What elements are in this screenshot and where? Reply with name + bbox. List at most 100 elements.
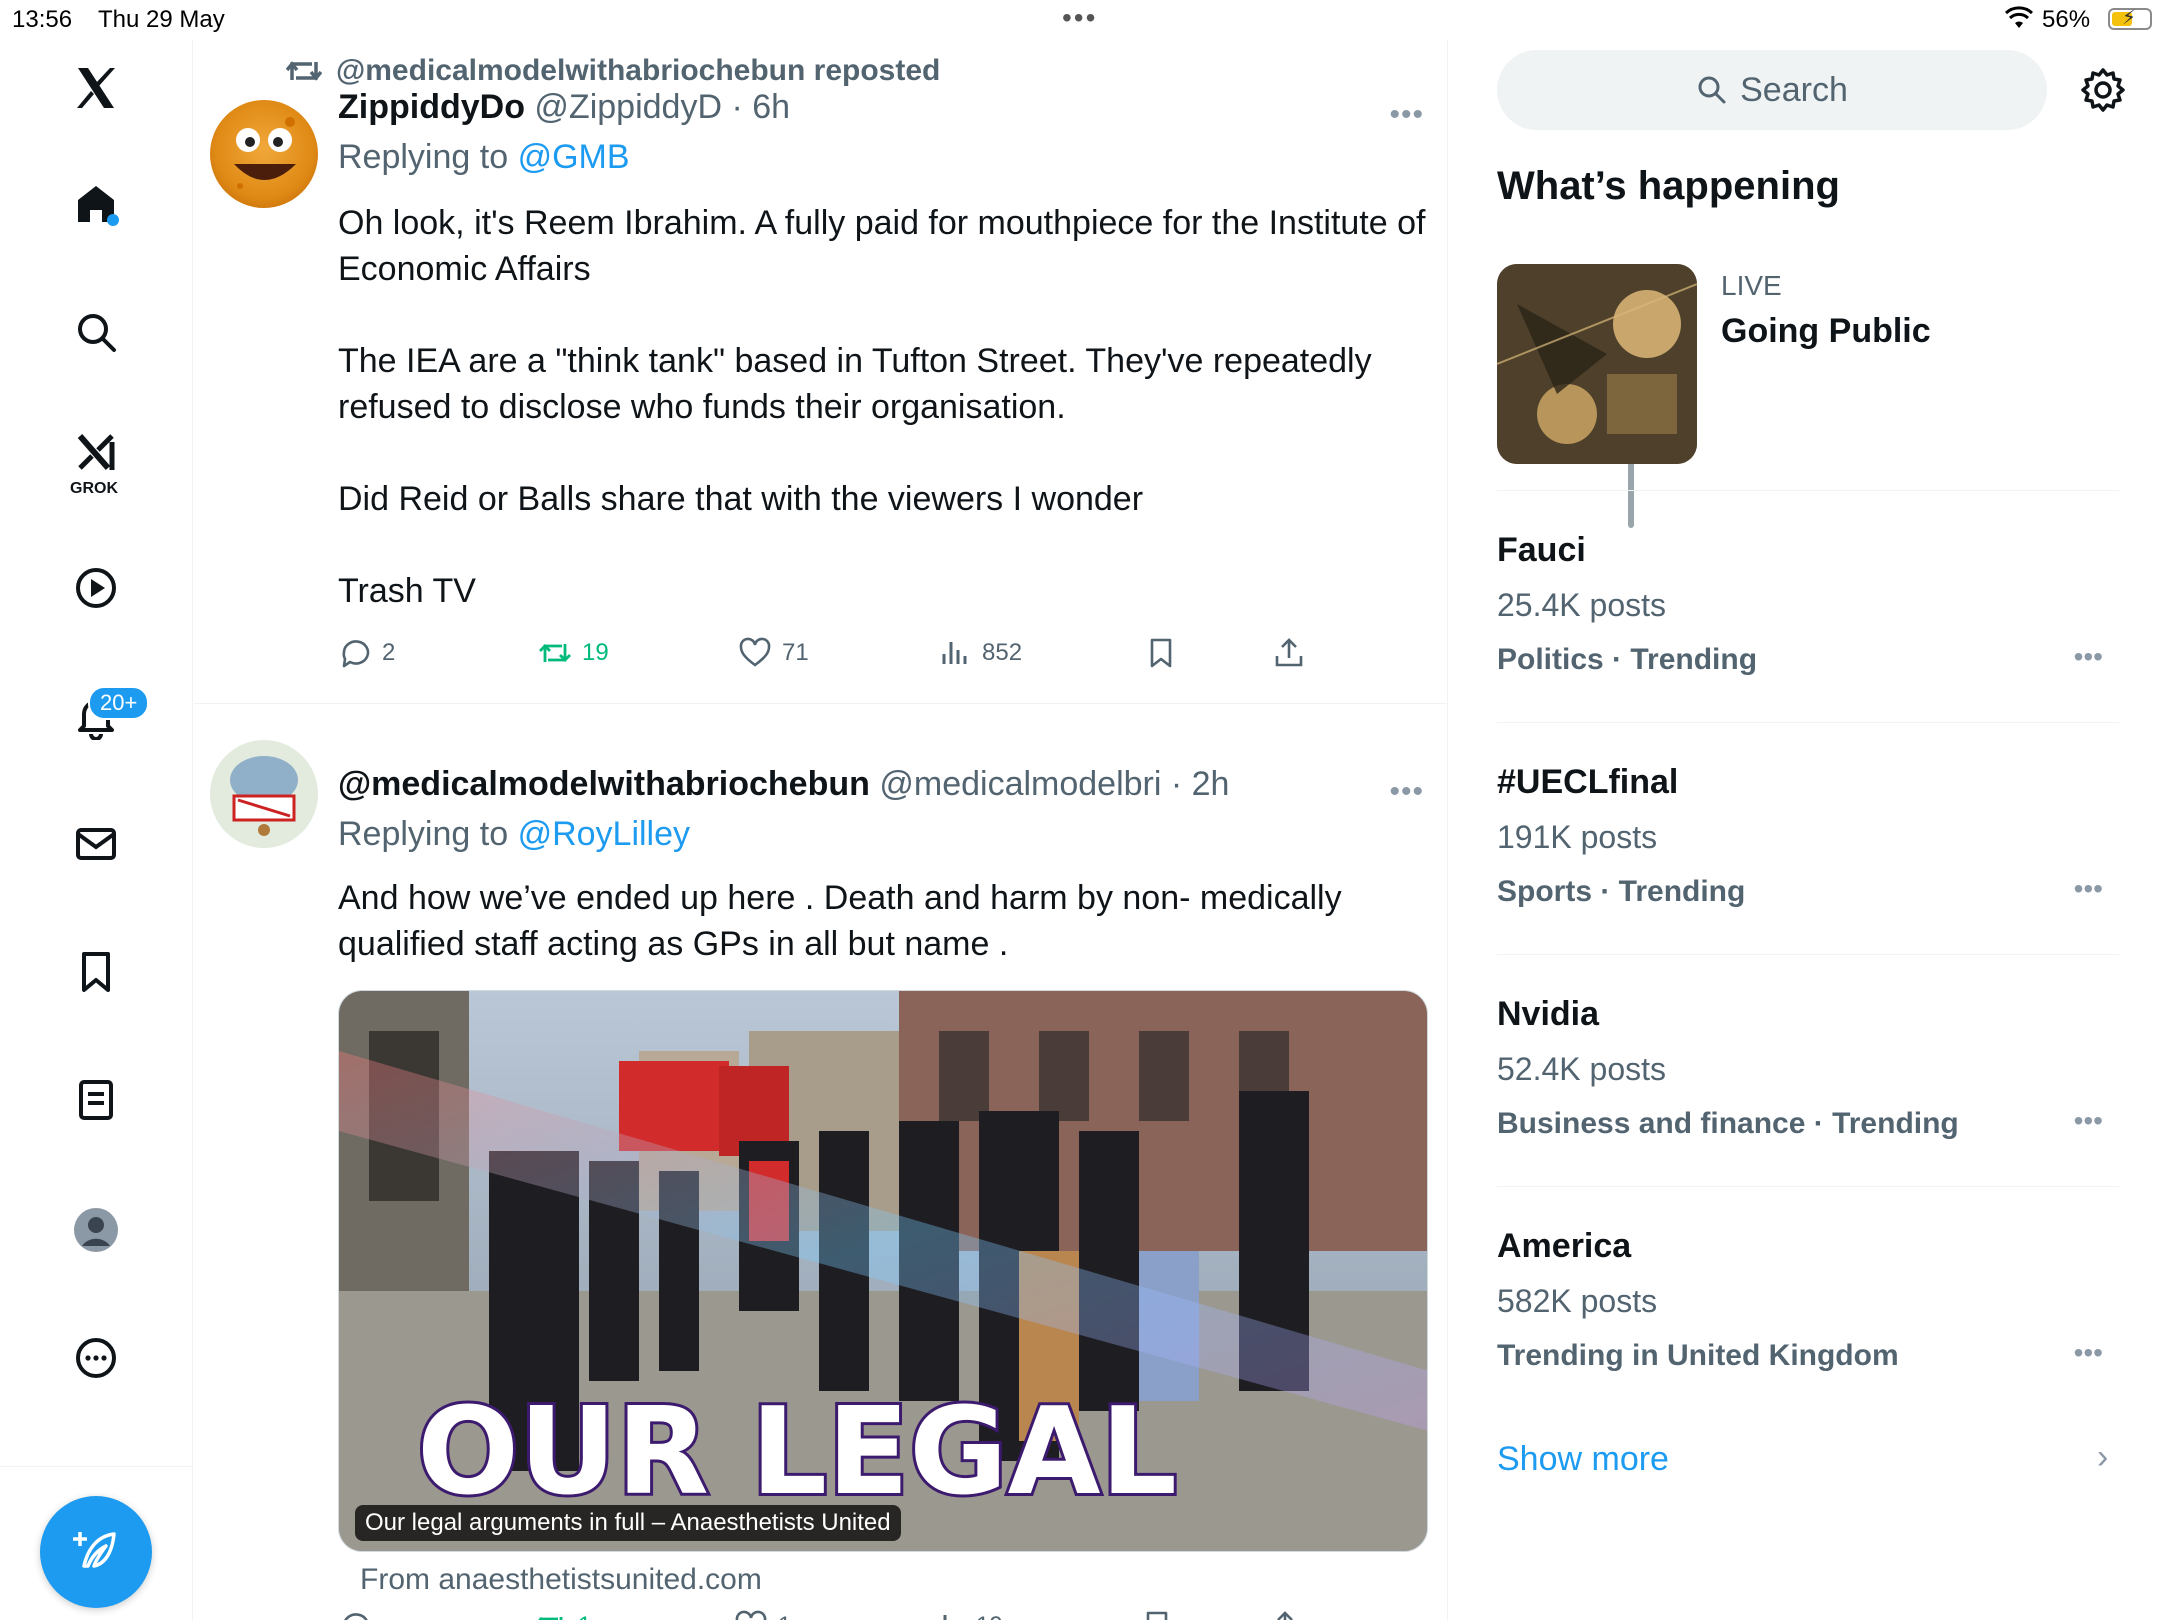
views-chart-icon <box>942 642 967 664</box>
search-icon[interactable] <box>56 292 136 372</box>
views-button[interactable]: 852 <box>938 636 1022 670</box>
author-name[interactable]: ZippiddyDo <box>338 88 525 126</box>
trend-category: Business and finance · Trending <box>1497 1107 1959 1140</box>
live-tag: LIVE <box>1721 270 1782 301</box>
tweet-actions: 1 1 19 <box>338 1609 1398 1620</box>
trend-item[interactable]: #UECLfinal 191K posts Sports · Trending … <box>1497 722 2119 954</box>
repost-text[interactable]: @medicalmodelwithabriochebun reposted <box>336 54 940 88</box>
tweet-paragraph: Did Reid or Balls share that with the vi… <box>338 480 1144 518</box>
lists-icon[interactable] <box>56 1060 136 1140</box>
repost-icon <box>286 61 322 81</box>
nav-divider <box>0 1466 193 1467</box>
like-button[interactable]: 71 <box>738 636 809 670</box>
repost-count: 1 <box>578 1612 591 1620</box>
post-time[interactable]: 6h <box>752 88 790 126</box>
reply-mention-link[interactable]: @RoyLilley <box>518 815 690 853</box>
trend-item[interactable]: America 582K posts Trending in United Ki… <box>1497 1186 2119 1418</box>
status-date: Thu 29 May <box>98 6 225 33</box>
bookmarks-icon[interactable] <box>56 932 136 1012</box>
avatar[interactable] <box>210 100 318 208</box>
chevron-right-icon[interactable]: › <box>2097 1438 2108 1477</box>
grok-label: GROK <box>70 480 118 497</box>
trend-category: Trending in United Kingdom <box>1497 1339 1899 1372</box>
live-event-title: Going Public <box>1721 312 1931 350</box>
repost-icon <box>538 1617 563 1620</box>
search-placeholder: Search <box>1740 70 1848 109</box>
trend-more-icon[interactable]: ••• <box>2074 873 2103 905</box>
repost-button[interactable]: 1 <box>534 1609 591 1620</box>
author-handle[interactable]: @ZippiddyD <box>534 88 722 126</box>
share-button[interactable] <box>1268 1609 1302 1620</box>
heart-icon <box>735 1610 767 1620</box>
tweet-text: And how we’ve ended up here . Death and … <box>338 879 1342 963</box>
home-unread-dot <box>107 214 119 226</box>
replying-prefix: Replying to <box>338 138 509 176</box>
repost-indicator: @medicalmodelwithabriochebun reposted <box>286 54 940 88</box>
tweet-text: Oh look, it's Reem Ibrahim. A fully paid… <box>338 200 1428 614</box>
reply-icon <box>344 1613 368 1620</box>
home-icon[interactable] <box>56 164 136 244</box>
search-icon <box>1698 76 1726 104</box>
trend-name: Fauci <box>1497 531 1586 569</box>
view-count: 19 <box>976 1612 1003 1620</box>
trend-category: Politics · Trending <box>1497 643 1758 676</box>
more-options-icon[interactable] <box>56 1318 136 1398</box>
media-overlay-text: OUR LEGAL <box>417 1383 1177 1522</box>
like-button[interactable]: 1 <box>734 1609 791 1620</box>
author-line: ZippiddyDo @ZippiddyD · 6h <box>338 88 791 126</box>
search-input[interactable]: Search <box>1497 50 2047 130</box>
status-time: 13:56 <box>12 6 73 33</box>
compose-post-button[interactable] <box>40 1496 152 1608</box>
author-name[interactable]: @medicalmodelwithabriochebun <box>338 765 870 803</box>
author-handle[interactable]: @medicalmodelbri <box>879 765 1161 803</box>
trend-more-icon[interactable]: ••• <box>2074 1105 2103 1137</box>
reply-count: 2 <box>382 639 396 666</box>
link-card-image[interactable]: OUR LEGAL Our legal arguments in full – … <box>338 990 1428 1552</box>
trend-more-icon[interactable]: ••• <box>2074 641 2103 673</box>
live-event-card[interactable]: LIVE Going Public <box>1497 264 2119 464</box>
multitasking-dots-icon[interactable]: ••• <box>1062 2 1097 34</box>
bookmark-button[interactable] <box>1140 1609 1174 1620</box>
bookmark-icon <box>1150 638 1172 668</box>
post-time[interactable]: 2h <box>1192 765 1230 803</box>
settings-gear-icon[interactable] <box>2079 66 2127 114</box>
live-event-image <box>1497 264 1697 464</box>
feather-plus-icon <box>73 1532 116 1568</box>
tweet-actions: 2 19 71 852 <box>338 636 1398 676</box>
show-more-link[interactable]: Show more <box>1497 1440 1669 1479</box>
link-source[interactable]: From anaesthetistsunited.com <box>360 1563 762 1597</box>
battery-percentage: 56% <box>2042 6 2091 33</box>
bookmark-button[interactable] <box>1144 636 1178 670</box>
trend-name: America <box>1497 1227 1632 1265</box>
whats-happening-heading: What’s happening <box>1497 164 1840 208</box>
wifi-icon <box>2004 6 2034 37</box>
tweet-more-icon[interactable]: ••• <box>1389 98 1424 132</box>
right-sidebar: Search What’s happening LIVE Going Publi… <box>1449 40 2160 1620</box>
messages-envelope-icon[interactable] <box>56 804 136 884</box>
reply-mention-link[interactable]: @GMB <box>518 138 630 176</box>
video-play-icon[interactable] <box>56 548 136 628</box>
profile-avatar-icon[interactable] <box>56 1190 136 1270</box>
replying-to: Replying to @GMB <box>338 138 630 177</box>
tweet-paragraph: Trash TV <box>338 572 476 610</box>
trend-item[interactable]: Fauci 25.4K posts Politics · Trending ••… <box>1497 490 2119 722</box>
tweet[interactable]: @medicalmodelwithabriochebun @medicalmod… <box>194 705 1448 1620</box>
views-button[interactable]: 19 <box>932 1609 1003 1620</box>
avatar[interactable] <box>210 740 318 848</box>
reply-button[interactable] <box>338 1609 382 1620</box>
tweet-more-icon[interactable]: ••• <box>1389 775 1424 809</box>
reply-icon <box>342 640 370 668</box>
x-logo-icon[interactable] <box>56 48 136 128</box>
trend-item[interactable]: Nvidia 52.4K posts Business and finance … <box>1497 954 2119 1186</box>
views-chart-icon <box>943 1615 947 1620</box>
share-icon <box>1275 638 1303 667</box>
trend-more-icon[interactable]: ••• <box>2074 1337 2103 1369</box>
link-card-title: Our legal arguments in full – Anaestheti… <box>355 1505 901 1541</box>
repost-button[interactable]: 19 <box>538 636 609 670</box>
tweet[interactable]: @medicalmodelwithabriochebun reposted Zi… <box>194 40 1448 704</box>
notifications-badge: 20+ <box>88 686 150 720</box>
reply-button[interactable]: 2 <box>338 636 395 670</box>
trend-posts: 582K posts <box>1497 1283 1658 1319</box>
share-button[interactable] <box>1272 636 1306 670</box>
trend-posts: 25.4K posts <box>1497 587 1666 623</box>
